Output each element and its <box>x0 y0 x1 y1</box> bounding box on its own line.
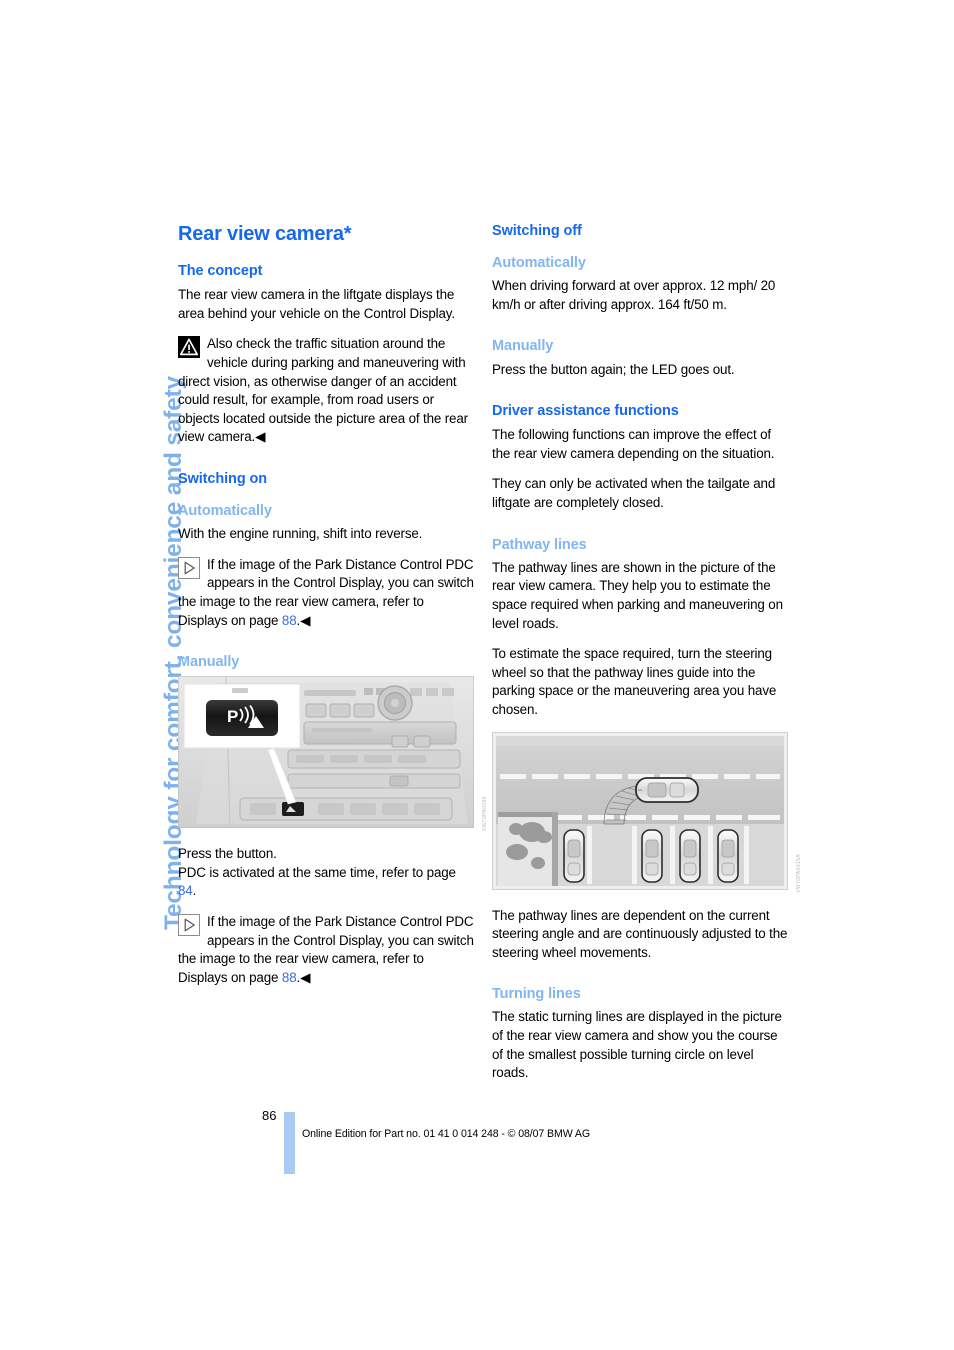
info-notice-2-endmark: ◀ <box>300 969 311 985</box>
heading-switching-off: Switching off <box>492 223 582 239</box>
heading-turning-lines: Turning lines <box>492 986 581 1003</box>
page-ref-88-b[interactable]: 88 <box>282 970 297 985</box>
info-play-icon <box>178 556 200 579</box>
paragraph-pathway-lines-1: The pathway lines are shown in the pictu… <box>492 559 783 631</box>
warning-triangle-icon <box>178 336 200 359</box>
info-notice-1-endmark: ◀ <box>300 612 311 628</box>
page-footer <box>0 1105 954 1185</box>
paragraph-driver-assistance-2: They can only be activated when the tail… <box>492 476 776 511</box>
right-column: Switching off Automatically When driving… <box>492 222 802 1095</box>
paragraph-pdc-activated: PDC is activated at the same time, refer… <box>178 864 474 901</box>
heading-driver-assistance-functions: Driver assistance functions <box>492 403 679 420</box>
heading-the-concept: The concept <box>178 263 263 279</box>
paragraph-turning-lines-1: The static turning lines are displayed i… <box>492 1009 782 1081</box>
page-ref-88-a[interactable]: 88 <box>282 613 297 628</box>
footer-accent-bar <box>284 1112 295 1174</box>
page-title: Rear view camera* <box>178 223 352 245</box>
footer-edition-text: Online Edition for Part no. 01 41 0 014 … <box>302 1128 591 1140</box>
paragraph-pathway-lines-3: The pathway lines are dependent on the c… <box>492 907 788 960</box>
heading-switching-on-manually: Manually <box>178 654 240 671</box>
figure-pdc-button-photo: P VW70PA0096 <box>177 675 488 833</box>
left-column: Rear view camera* The concept The rear v… <box>177 222 488 999</box>
info-notice-1-text: If the image of the Park Distance Contro… <box>178 556 474 628</box>
info-play-icon <box>178 914 200 936</box>
paragraph-concept: The rear view camera in the liftgate dis… <box>178 287 455 321</box>
chapter-tab: Technology for comfort, convenience and … <box>0 0 187 1000</box>
warning-notice: Also check the traffic situation around … <box>178 335 474 447</box>
paragraph-press-the-button: Press the button. <box>178 846 277 862</box>
heading-switching-on: Switching on <box>178 470 268 487</box>
warning-endmark: ◀ <box>255 429 266 445</box>
page-ref-84[interactable]: 84 <box>178 883 193 898</box>
manual-page: Technology for comfort, convenience and … <box>0 0 954 1350</box>
figure-watermark-pathway: VW70PA0015A <box>796 853 802 893</box>
paragraph-driver-assistance-1: The following functions can improve the … <box>492 427 775 461</box>
paragraph-switching-off-automatically: When driving forward at over approx. 12 … <box>492 278 776 312</box>
figure-pathway-lines-diagram: VW70PA0015A <box>492 731 802 895</box>
paragraph-switching-off-manually: Press the button again; the LED goes out… <box>492 361 735 377</box>
paragraph-pathway-lines-2: To estimate the space required, turn the… <box>492 646 777 717</box>
heading-switching-off-automatically: Automatically <box>492 255 586 272</box>
figure-watermark-pdc: VW70PA0096 <box>482 796 488 832</box>
paragraph-switching-on-automatically: With the engine running, shift into reve… <box>178 526 423 542</box>
page-number: 86 <box>262 1108 277 1123</box>
warning-notice-text: Also check the traffic situation around … <box>178 336 468 445</box>
heading-switching-off-manually: Manually <box>492 338 554 355</box>
info-notice-displays-1: If the image of the Park Distance Contro… <box>178 556 474 630</box>
heading-switching-on-automatically: Automatically <box>178 503 272 519</box>
heading-pathway-lines: Pathway lines <box>492 536 587 553</box>
info-notice-2-text: If the image of the Park Distance Contro… <box>178 914 474 985</box>
info-notice-displays-2: If the image of the Park Distance Contro… <box>178 913 474 987</box>
pdc-activated-text: PDC is activated at the same time, refer… <box>178 864 456 880</box>
svg-text:P: P <box>227 707 238 726</box>
pdc-activated-text-after: . <box>192 883 197 899</box>
